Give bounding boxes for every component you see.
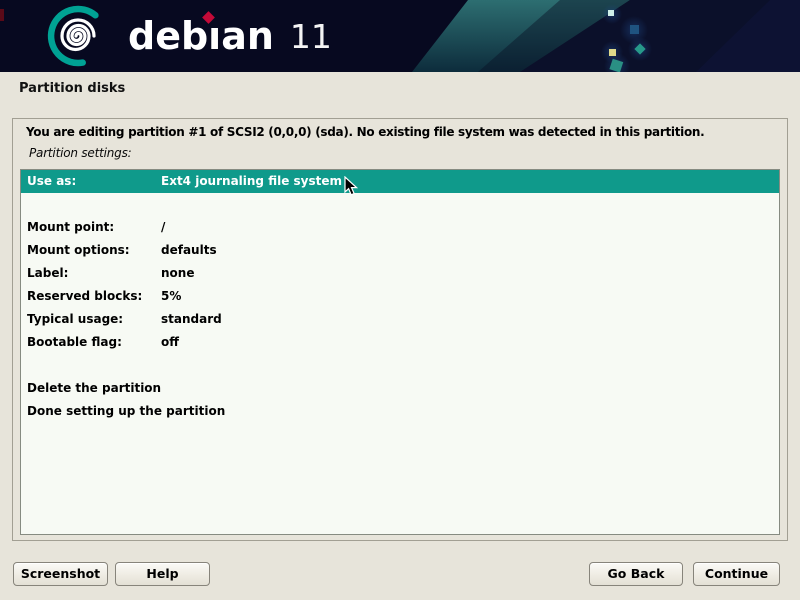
list-item-label: Label: xyxy=(27,262,161,285)
debian-swirl-logo xyxy=(42,2,114,72)
help-button[interactable]: Help xyxy=(115,562,210,586)
list-item-value xyxy=(161,400,779,423)
list-item-label: Mount point: xyxy=(27,216,161,239)
list-item[interactable]: Mount options: defaults xyxy=(21,239,779,262)
list-item[interactable]: Use as: Ext4 journaling file system xyxy=(21,170,779,193)
list-item-value: 5% xyxy=(161,285,779,308)
brand-text: debıan xyxy=(128,14,274,58)
list-item-value xyxy=(161,193,779,216)
list-item-value: Ext4 journaling file system xyxy=(161,170,779,193)
list-item[interactable]: Typical usage: standard xyxy=(21,308,779,331)
instruction-text: You are editing partition #1 of SCSI2 (0… xyxy=(26,125,704,139)
list-item-value xyxy=(161,354,779,377)
partition-settings-label: Partition settings: xyxy=(29,146,131,160)
list-item-label xyxy=(27,193,161,216)
continue-button[interactable]: Continue xyxy=(693,562,780,586)
list-item-label: Done setting up the partition xyxy=(27,400,161,423)
screenshot-button[interactable]: Screenshot xyxy=(13,562,108,586)
list-item-value: standard xyxy=(161,308,779,331)
list-item xyxy=(21,354,779,377)
list-item-label: Mount options: xyxy=(27,239,161,262)
list-item[interactable]: Label: none xyxy=(21,262,779,285)
banner: debıan 11 xyxy=(0,0,800,72)
brand-name: debıan xyxy=(128,0,274,72)
partition-panel: You are editing partition #1 of SCSI2 (0… xyxy=(12,118,788,541)
list-item-value: none xyxy=(161,262,779,285)
partition-settings-list: Use as: Ext4 journaling file system Moun… xyxy=(20,169,780,535)
list-item-label: Delete the partition xyxy=(27,377,161,400)
banner-decoration xyxy=(0,0,800,72)
list-item-label: Typical usage: xyxy=(27,308,161,331)
brand-logotype: debıan 11 xyxy=(128,0,332,72)
brand-version: 11 xyxy=(290,17,332,56)
list-item-value: defaults xyxy=(161,239,779,262)
list-item[interactable]: Reserved blocks: 5% xyxy=(21,285,779,308)
list-item-value: off xyxy=(161,331,779,354)
list-item-label: Reserved blocks: xyxy=(27,285,161,308)
list-item[interactable]: Mount point: / xyxy=(21,216,779,239)
go-back-button[interactable]: Go Back xyxy=(589,562,683,586)
list-item[interactable]: Done setting up the partition xyxy=(21,400,779,423)
page-title: Partition disks xyxy=(19,81,125,96)
list-item-label xyxy=(27,354,161,377)
list-item-value: / xyxy=(161,216,779,239)
list-item-value xyxy=(161,377,779,400)
list-item xyxy=(21,193,779,216)
list-item[interactable]: Delete the partition xyxy=(21,377,779,400)
list-item-label: Use as: xyxy=(27,170,161,193)
mouse-cursor xyxy=(344,176,358,197)
list-item-label: Bootable flag: xyxy=(27,331,161,354)
list-item[interactable]: Bootable flag: off xyxy=(21,331,779,354)
